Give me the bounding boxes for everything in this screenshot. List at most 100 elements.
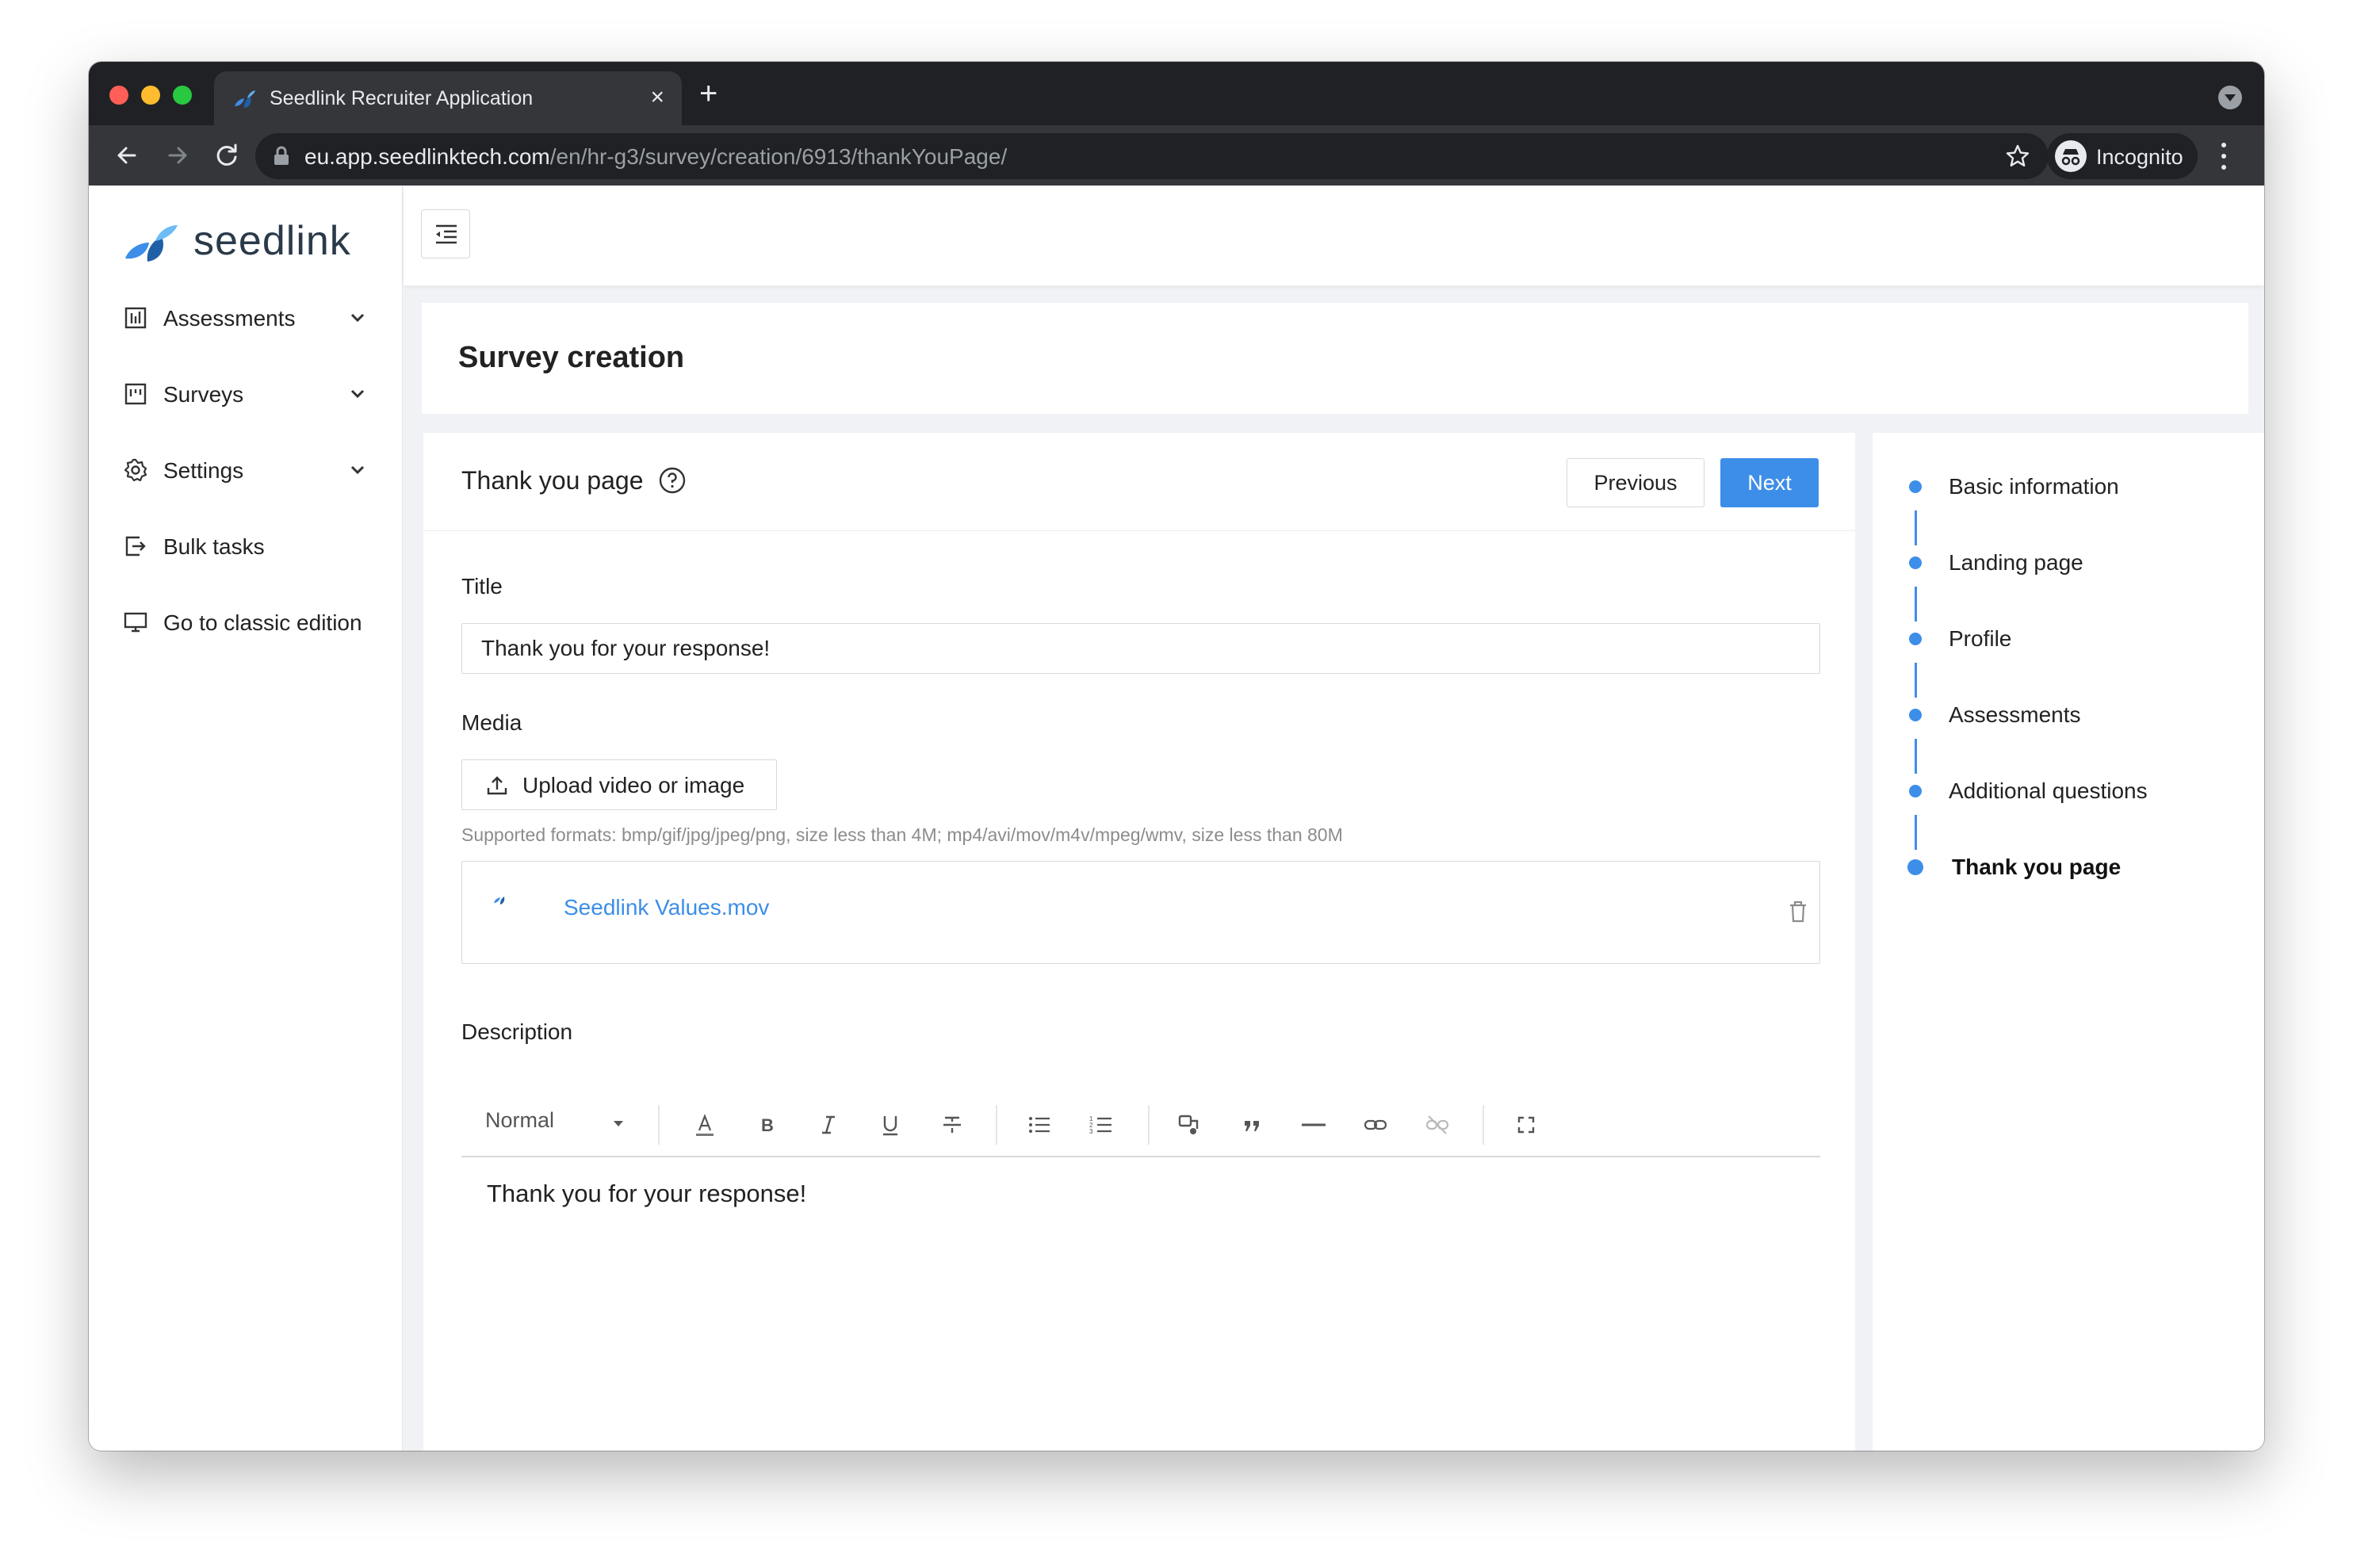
address-bar[interactable]: eu.app.seedlinktech.com/en/hr-g3/survey/…	[255, 133, 2049, 179]
media-embed-icon[interactable]	[1176, 1111, 1203, 1138]
caret-down-icon	[614, 1121, 623, 1126]
card-title: Thank you page	[461, 466, 644, 495]
app-area: seedlink Assessments Surveys Settings Bu…	[89, 185, 2264, 1451]
step-label: Additional questions	[1949, 778, 2148, 803]
step-assessments[interactable]: Assessments	[1873, 691, 2264, 739]
step-label: Thank you page	[1952, 855, 2122, 879]
chevron-down-icon	[350, 389, 365, 399]
maximize-window-button[interactable]	[173, 86, 192, 105]
sidebar-item-label: Settings	[163, 458, 244, 483]
bulk-tasks-icon	[125, 536, 146, 556]
upload-media-label: Upload video or image	[522, 773, 745, 797]
svg-text:3: 3	[1089, 1128, 1093, 1135]
surveys-icon	[124, 383, 147, 405]
underline-icon[interactable]	[877, 1111, 904, 1138]
url-text: eu.app.seedlinktech.com/en/hr-g3/survey/…	[304, 144, 1008, 169]
bullet-list-icon[interactable]	[1026, 1111, 1053, 1138]
tab-search-icon[interactable]	[2218, 86, 2242, 109]
sidebar-item-label: Assessments	[163, 306, 296, 331]
seedlink-thumbnail-icon	[494, 897, 505, 904]
step-basic-information[interactable]: Basic information	[1873, 463, 2264, 511]
top-bar: seedlink	[404, 185, 2264, 285]
menu-fold-icon	[436, 224, 457, 244]
step-label: Landing page	[1949, 550, 2083, 575]
back-arrow-icon[interactable]	[109, 138, 144, 173]
previous-button[interactable]: Previous	[1567, 458, 1704, 507]
forward-arrow-icon[interactable]	[160, 138, 195, 173]
reload-icon[interactable]	[209, 138, 244, 173]
tab-title: Seedlink Recruiter Application	[270, 87, 534, 109]
thank-you-page-card: Thank you page Previous Next Title Media…	[423, 433, 1855, 1451]
card-header: Thank you page Previous Next	[423, 433, 1855, 531]
close-window-button[interactable]	[109, 86, 128, 105]
step-label: Basic information	[1949, 474, 2119, 499]
title-input[interactable]	[461, 623, 1820, 674]
link-icon[interactable]	[1362, 1111, 1389, 1138]
blockquote-icon[interactable]	[1238, 1111, 1265, 1138]
browser-tab[interactable]: Seedlink Recruiter Application ×	[214, 71, 682, 125]
help-icon[interactable]	[658, 466, 687, 495]
step-dot	[1909, 480, 1922, 493]
brand-name: seedlink	[193, 218, 351, 264]
seedlink-logo-icon	[125, 225, 178, 262]
bold-icon[interactable]: B	[753, 1111, 780, 1138]
sidebar: seedlink Assessments Surveys Settings Bu…	[89, 185, 403, 1451]
toolbar-divider	[1483, 1105, 1484, 1145]
page-title: Survey creation	[458, 341, 685, 374]
step-landing-page[interactable]: Landing page	[1873, 539, 2264, 587]
horizontal-rule-icon[interactable]	[1300, 1111, 1327, 1138]
browser-menu-icon[interactable]	[2212, 136, 2236, 176]
page-header: Survey creation	[422, 303, 2248, 414]
sidebar-item-label: Go to classic edition	[163, 610, 362, 635]
bookmark-star-icon[interactable]	[2004, 143, 2031, 170]
rich-text-toolbar: Normal B 1 2 3	[461, 1092, 1820, 1157]
sidebar-item-classic-edition[interactable]: Go to classic edition	[124, 602, 377, 642]
sidebar-item-assessments[interactable]: Assessments	[124, 298, 377, 338]
incognito-profile-button[interactable]: Incognito	[2047, 133, 2198, 179]
italic-icon[interactable]	[815, 1111, 842, 1138]
step-label: Profile	[1949, 626, 2012, 651]
step-profile[interactable]: Profile	[1873, 615, 2264, 663]
monitor-icon	[124, 612, 147, 633]
lock-icon	[274, 146, 289, 165]
browser-window: Seedlink Recruiter Application × + eu.ap…	[89, 62, 2264, 1451]
collapse-sidebar-button[interactable]	[421, 209, 470, 258]
new-tab-icon[interactable]: +	[699, 76, 717, 111]
seedlink-favicon-icon	[235, 90, 255, 108]
step-additional-questions[interactable]: Additional questions	[1873, 767, 2264, 815]
browser-toolbar: eu.app.seedlinktech.com/en/hr-g3/survey/…	[89, 125, 2264, 185]
strikethrough-icon[interactable]	[939, 1111, 966, 1138]
gear-icon	[124, 458, 147, 482]
unlink-icon[interactable]	[1424, 1111, 1451, 1138]
next-button[interactable]: Next	[1720, 458, 1819, 507]
sidebar-item-label: Surveys	[163, 382, 244, 407]
step-dot	[1909, 709, 1922, 721]
seedlink-logo[interactable]: seedlink	[124, 217, 377, 265]
sidebar-item-surveys[interactable]: Surveys	[124, 374, 377, 414]
uploaded-file-item: Seedlink Values.mov	[461, 861, 1820, 964]
incognito-label: Incognito	[2096, 145, 2183, 169]
step-thank-you-page[interactable]: Thank you page	[1873, 843, 2264, 891]
sidebar-item-settings[interactable]: Settings	[124, 450, 377, 490]
step-label: Assessments	[1949, 702, 2081, 727]
description-field-label: Description	[461, 1019, 573, 1044]
uploaded-file-link[interactable]: Seedlink Values.mov	[564, 895, 769, 920]
step-dot-current	[1907, 859, 1923, 875]
format-select-value: Normal	[485, 1108, 555, 1132]
incognito-icon	[2055, 140, 2087, 172]
description-editor[interactable]: Thank you for your response!	[487, 1180, 806, 1208]
fullscreen-icon[interactable]	[1513, 1111, 1540, 1138]
step-dot	[1909, 785, 1922, 797]
trash-icon[interactable]	[1788, 900, 1808, 924]
chevron-down-icon	[350, 313, 365, 323]
numbered-list-icon[interactable]: 1 2 3	[1088, 1111, 1115, 1138]
step-dot	[1909, 633, 1922, 645]
sidebar-item-bulk-tasks[interactable]: Bulk tasks	[124, 526, 377, 566]
title-field-label: Title	[461, 574, 503, 599]
tab-close-icon[interactable]: ×	[650, 84, 664, 111]
file-thumbnail	[480, 893, 522, 917]
upload-media-button[interactable]: Upload video or image	[461, 759, 777, 810]
font-color-icon[interactable]	[691, 1111, 718, 1138]
toolbar-divider	[658, 1105, 660, 1145]
minimize-window-button[interactable]	[141, 86, 160, 105]
